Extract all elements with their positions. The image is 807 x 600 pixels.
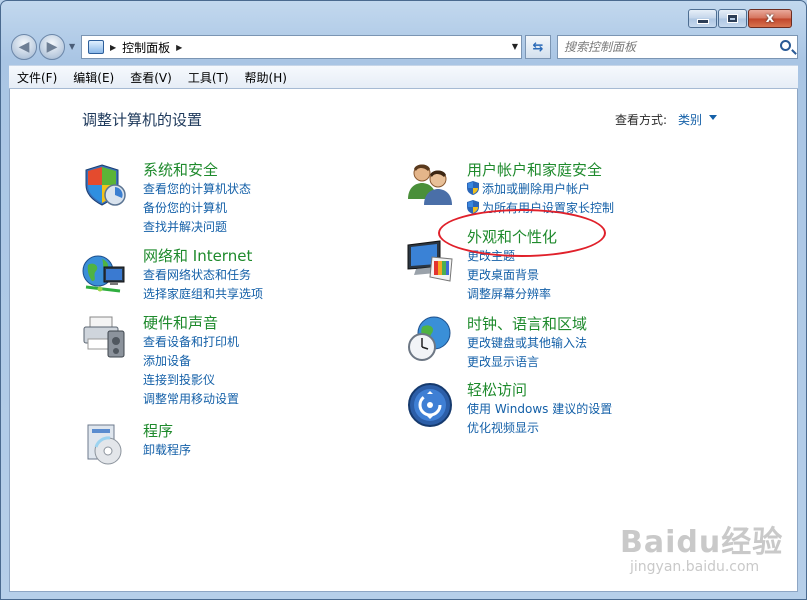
link-desktop-background[interactable]: 更改桌面背景	[467, 266, 557, 285]
link-devices-printers[interactable]: 查看设备和打印机	[143, 333, 239, 352]
link-homegroup-sharing[interactable]: 选择家庭组和共享选项	[143, 285, 263, 304]
link-view-computer-status[interactable]: 查看您的计算机状态	[143, 180, 251, 199]
users-icon[interactable]	[406, 159, 454, 207]
link-recommended-settings[interactable]: 使用 Windows 建议的设置	[467, 400, 612, 419]
link-troubleshoot[interactable]: 查找并解决问题	[143, 218, 251, 237]
address-dropdown-icon[interactable]: ▼	[512, 42, 518, 51]
caption-buttons: x	[687, 9, 792, 28]
category-network-internet: 网络和 Internet 查看网络状态和任务 选择家庭组和共享选项	[143, 247, 263, 304]
breadcrumb-arrow-icon[interactable]: ▶	[110, 43, 116, 52]
red-annotation-ellipse	[438, 209, 606, 257]
category-clock-language-region: 时钟、语言和区域 更改键盘或其他输入法 更改显示语言	[467, 315, 587, 372]
link-change-keyboard[interactable]: 更改键盘或其他输入法	[467, 334, 587, 353]
back-arrow-icon: ◀	[18, 39, 30, 55]
category-ease-of-access: 轻松访问 使用 Windows 建议的设置 优化视频显示	[467, 381, 612, 438]
link-mobility-settings[interactable]: 调整常用移动设置	[143, 390, 239, 409]
link-display-language[interactable]: 更改显示语言	[467, 353, 587, 372]
category-title[interactable]: 轻松访问	[467, 381, 612, 400]
clock-globe-icon[interactable]	[406, 315, 454, 363]
view-by-label: 查看方式:	[615, 113, 668, 127]
maximize-icon	[727, 14, 738, 23]
link-label[interactable]: 添加或删除用户帐户	[482, 182, 590, 196]
category-title[interactable]: 时钟、语言和区域	[467, 315, 587, 334]
address-bar[interactable]: ▶ 控制面板 ▶ ▼	[81, 35, 522, 59]
ease-of-access-icon[interactable]	[406, 381, 454, 429]
category-programs: 程序 卸载程序	[143, 422, 191, 460]
menu-file[interactable]: 文件(F)	[17, 69, 57, 86]
back-button[interactable]: ◀	[11, 34, 37, 60]
search-icon[interactable]	[780, 40, 791, 51]
menu-bar: 文件(F) 编辑(E) 查看(V) 工具(T) 帮助(H)	[9, 65, 798, 89]
uac-shield-icon	[467, 181, 479, 195]
category-hardware-sound: 硬件和声音 查看设备和打印机 添加设备 连接到投影仪 调整常用移动设置	[143, 314, 239, 409]
link-screen-resolution[interactable]: 调整屏幕分辨率	[467, 285, 557, 304]
link-add-device[interactable]: 添加设备	[143, 352, 239, 371]
network-globe-icon[interactable]	[80, 249, 128, 297]
forward-arrow-icon: ▶	[46, 39, 58, 55]
minimize-icon	[696, 19, 709, 24]
view-by-dropdown[interactable]: 类别	[678, 111, 702, 128]
category-title[interactable]: 硬件和声音	[143, 314, 239, 333]
content-pane: 调整计算机的设置 查看方式: 类别 系统和安全 查看您的计算机状态 备份您的计算…	[9, 89, 798, 592]
menu-help[interactable]: 帮助(H)	[245, 69, 287, 86]
menu-tools[interactable]: 工具(T)	[188, 69, 229, 86]
search-box[interactable]	[557, 35, 798, 59]
category-system-security: 系统和安全 查看您的计算机状态 备份您的计算机 查找并解决问题	[143, 161, 251, 237]
category-title[interactable]: 程序	[143, 422, 191, 441]
search-input[interactable]	[564, 37, 774, 57]
link-add-remove-accounts[interactable]: 添加或删除用户帐户	[467, 180, 614, 199]
refresh-icon: ⇆	[532, 39, 544, 55]
refresh-button[interactable]: ⇆	[525, 35, 551, 59]
link-network-status[interactable]: 查看网络状态和任务	[143, 266, 263, 285]
page-title: 调整计算机的设置	[82, 111, 203, 129]
minimize-button[interactable]	[688, 9, 717, 28]
menu-view[interactable]: 查看(V)	[130, 69, 172, 86]
category-title[interactable]: 用户帐户和家庭安全	[467, 161, 614, 180]
forward-button[interactable]: ▶	[39, 34, 65, 60]
watermark-brand: Baidu经验	[620, 525, 784, 560]
link-uninstall-program[interactable]: 卸载程序	[143, 441, 191, 460]
watermark: Baidu经验 jingyan.baidu.com	[620, 517, 783, 575]
link-backup-computer[interactable]: 备份您的计算机	[143, 199, 251, 218]
maximize-button[interactable]	[718, 9, 747, 28]
control-panel-icon	[88, 40, 104, 54]
category-title[interactable]: 系统和安全	[143, 161, 251, 180]
shield-security-icon[interactable]	[80, 161, 128, 209]
watermark-url: jingyan.baidu.com	[630, 559, 760, 575]
control-panel-window: x ◀ ▶ ▼ ▶ 控制面板 ▶ ▼ ⇆ 文件(F) 编辑(E) 查看(V) 工…	[0, 0, 807, 600]
recent-pages-dropdown-icon[interactable]: ▼	[69, 42, 75, 51]
close-button[interactable]: x	[748, 9, 792, 28]
printer-speaker-icon[interactable]	[80, 313, 128, 361]
programs-icon[interactable]	[80, 419, 128, 467]
close-icon: x	[765, 11, 775, 26]
navigation-bar: ◀ ▶ ▼ ▶ 控制面板 ▶ ▼ ⇆	[9, 31, 798, 61]
link-connect-projector[interactable]: 连接到投影仪	[143, 371, 239, 390]
menu-edit[interactable]: 编辑(E)	[73, 69, 114, 86]
view-by-chevron-down-icon[interactable]	[709, 115, 717, 120]
breadcrumb-control-panel[interactable]: 控制面板	[122, 39, 170, 56]
category-title[interactable]: 网络和 Internet	[143, 247, 263, 266]
link-optimize-video[interactable]: 优化视频显示	[467, 419, 612, 438]
breadcrumb-arrow-icon[interactable]: ▶	[176, 43, 182, 52]
